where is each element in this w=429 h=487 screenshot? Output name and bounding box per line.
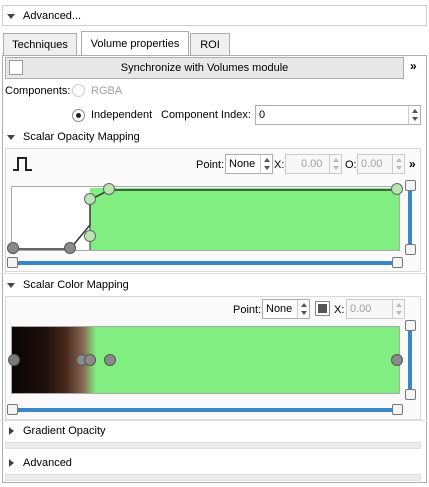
- advanced-bottom-title: Advanced: [23, 457, 72, 469]
- collapse-arrow-icon: [7, 282, 15, 288]
- color-value-min-handle[interactable]: [405, 389, 416, 400]
- color-control-points[interactable]: [6, 350, 406, 370]
- opacity-point-0[interactable]: [7, 242, 19, 254]
- opacity-point-label: Point:: [196, 159, 225, 171]
- color-x-value: 0.00: [350, 303, 372, 315]
- collapse-arrow-icon: [7, 13, 15, 19]
- color-point-value: None: [266, 303, 293, 315]
- sync-checkbox[interactable]: [9, 60, 23, 75]
- component-index-spin-arrows-icon[interactable]: [408, 106, 420, 124]
- opacity-o-label: O:: [345, 159, 357, 171]
- gradient-opacity-collapsed-bar: [5, 442, 421, 449]
- advanced-top-label: Advanced...: [23, 10, 82, 22]
- tab-volume-properties[interactable]: Volume properties: [81, 31, 189, 55]
- color-mapping-title: Scalar Color Mapping: [23, 279, 129, 291]
- synchronize-button-label: Synchronize with Volumes module: [120, 62, 289, 74]
- independent-label: Independent: [91, 109, 153, 121]
- opacity-o-spinbox[interactable]: 0.00: [357, 154, 405, 174]
- opacity-value-max-handle[interactable]: [405, 180, 416, 191]
- color-point-3[interactable]: [104, 354, 116, 366]
- color-point-4[interactable]: [391, 354, 403, 366]
- color-range-slider[interactable]: [12, 408, 400, 412]
- color-point-label: Point:: [233, 304, 262, 316]
- synchronize-button[interactable]: Synchronize with Volumes module: [5, 57, 404, 79]
- color-value-max-handle[interactable]: [405, 320, 416, 331]
- sync-more-icon[interactable]: »: [410, 59, 417, 73]
- step-function-icon[interactable]: [12, 155, 34, 172]
- opacity-point-3[interactable]: [84, 193, 96, 205]
- components-label: Components:: [5, 85, 71, 97]
- opacity-point-value: None: [229, 158, 256, 170]
- opacity-point-2[interactable]: [84, 230, 96, 242]
- tab-roi-label: ROI: [200, 38, 220, 51]
- opacity-mapping-header[interactable]: Scalar Opacity Mapping: [0, 126, 427, 148]
- advanced-bottom-header[interactable]: Advanced: [0, 452, 427, 474]
- color-swatch: [318, 304, 327, 313]
- opacity-range-slider[interactable]: [12, 261, 400, 265]
- expand-arrow-icon: [9, 459, 14, 467]
- color-x-label: X:: [334, 304, 345, 316]
- gradient-opacity-header[interactable]: Gradient Opacity: [0, 420, 427, 442]
- opacity-point-1[interactable]: [64, 242, 76, 254]
- opacity-o-spin-arrows-icon[interactable]: [392, 155, 404, 173]
- opacity-point-4[interactable]: [103, 183, 115, 195]
- rgba-radio[interactable]: [72, 84, 85, 97]
- tab-techniques[interactable]: Techniques: [3, 33, 77, 55]
- opacity-x-spinbox[interactable]: 0.00: [285, 154, 342, 174]
- advanced-bottom-collapsed-bar: [5, 474, 421, 481]
- opacity-range-min-handle[interactable]: [7, 257, 18, 268]
- color-point-0[interactable]: [8, 354, 20, 366]
- color-swatch-button[interactable]: [315, 301, 330, 316]
- component-index-value: 0: [259, 109, 266, 121]
- opacity-x-label: X:: [274, 159, 285, 171]
- color-point-spinbox[interactable]: None: [262, 299, 310, 319]
- color-range-max-handle[interactable]: [392, 404, 403, 415]
- independent-radio[interactable]: [72, 109, 85, 122]
- opacity-x-spin-arrows-icon[interactable]: [329, 155, 341, 173]
- opacity-o-value: 0.00: [361, 158, 383, 170]
- opacity-control-points[interactable]: [6, 181, 406, 257]
- opacity-point-spin-arrows-icon[interactable]: [260, 155, 272, 173]
- expand-arrow-icon: [9, 427, 14, 435]
- component-index-label: Component Index:: [161, 109, 251, 121]
- rgba-label: RGBA: [91, 85, 123, 97]
- color-range-min-handle[interactable]: [7, 404, 18, 415]
- opacity-point-5[interactable]: [391, 183, 403, 195]
- color-point-2[interactable]: [84, 354, 96, 366]
- color-x-spinbox[interactable]: 0.00: [346, 299, 405, 319]
- color-mapping-header[interactable]: Scalar Color Mapping: [0, 274, 427, 296]
- tab-volume-properties-label: Volume properties: [90, 37, 180, 50]
- color-point-spin-arrows-icon[interactable]: [297, 300, 309, 318]
- opacity-point-spinbox[interactable]: None: [225, 154, 273, 174]
- opacity-more-icon[interactable]: »: [409, 157, 416, 171]
- gradient-opacity-title: Gradient Opacity: [23, 425, 106, 437]
- advanced-top-header[interactable]: Advanced...: [0, 5, 427, 27]
- opacity-mapping-title: Scalar Opacity Mapping: [23, 131, 140, 143]
- opacity-value-slider[interactable]: [408, 186, 412, 248]
- opacity-value-min-handle[interactable]: [405, 244, 416, 255]
- component-index-spinbox[interactable]: 0: [255, 105, 421, 125]
- color-x-spin-arrows-icon[interactable]: [392, 300, 404, 318]
- tab-roi[interactable]: ROI: [190, 33, 230, 55]
- color-value-slider[interactable]: [408, 326, 412, 392]
- collapse-arrow-icon: [7, 134, 15, 140]
- tab-techniques-label: Techniques: [12, 38, 68, 51]
- opacity-x-value: 0.00: [301, 158, 323, 170]
- opacity-range-max-handle[interactable]: [392, 257, 403, 268]
